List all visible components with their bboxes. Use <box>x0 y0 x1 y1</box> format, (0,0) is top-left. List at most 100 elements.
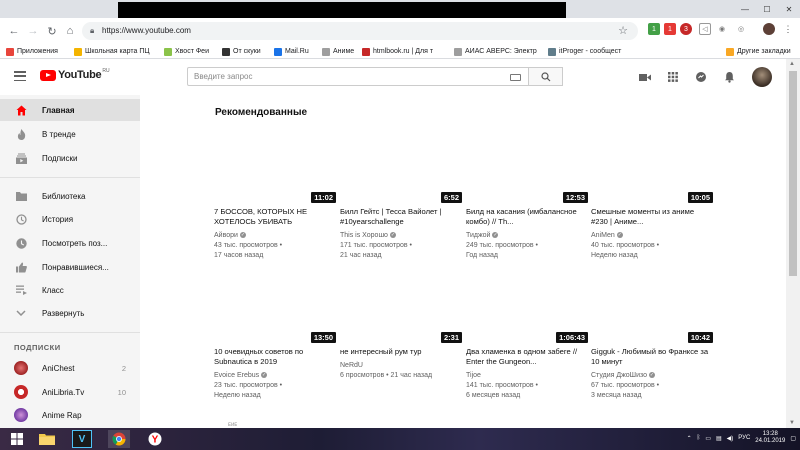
hamburger-menu-icon[interactable] <box>14 71 26 81</box>
page-scrollbar[interactable]: ▲ ▼ <box>786 59 800 428</box>
extension-icon[interactable]: 1 <box>664 23 676 35</box>
video-title[interactable]: не интересный рум тур <box>340 347 462 357</box>
video-title[interactable]: Смешные моменты из аниме #230 | Аниме... <box>591 207 713 227</box>
video-thumbnail[interactable]: 2:31 <box>340 273 462 343</box>
video-stats: 23 тыс. просмотров • <box>214 382 283 389</box>
video-channel[interactable]: Айвори ✓ <box>214 231 336 240</box>
verified-icon: ✓ <box>649 372 656 379</box>
trending-icon <box>15 128 27 140</box>
scroll-down-icon[interactable]: ▼ <box>789 420 795 426</box>
video-thumbnail[interactable]: 10:05 <box>591 133 713 203</box>
video-title[interactable]: 7 БОССОВ, КОТОРЫХ НЕ ХОТЕЛОСЬ УБИВАТЬ <box>214 207 336 227</box>
messages-icon[interactable] <box>694 70 708 84</box>
close-icon[interactable]: ✕ <box>778 0 800 18</box>
youtube-logo[interactable]: YouTube RU <box>40 68 110 81</box>
maximize-icon[interactable]: ☐ <box>756 0 778 18</box>
extension-icon[interactable]: 1 <box>648 23 660 35</box>
chrome-taskbar-icon[interactable] <box>108 430 130 448</box>
file-explorer-icon[interactable] <box>36 430 58 448</box>
video-title[interactable]: Билл Гейтс | Тесса Вайолет | #10yearscha… <box>340 207 462 227</box>
home-browser-icon[interactable]: ⌂ <box>62 23 78 39</box>
extension-icon[interactable]: ◎ <box>735 23 747 35</box>
bookmark-item[interactable]: Школьная карта ПЦ <box>74 46 150 57</box>
sidebar-item-home[interactable]: Главная <box>0 99 140 121</box>
bookmark-icon <box>222 47 230 56</box>
search-input[interactable]: Введите запрос <box>187 67 529 86</box>
network-icon[interactable]: ▤ <box>716 435 722 442</box>
address-bar[interactable]: 🔒︎ https://www.youtube.com ☆ <box>82 22 638 40</box>
video-channel[interactable]: Tijoe <box>466 371 588 380</box>
minimize-icon[interactable]: — <box>734 0 756 18</box>
battery-icon[interactable]: ▭ <box>705 435 711 442</box>
volume-icon[interactable]: ◀) <box>727 435 734 442</box>
notifications-icon[interactable] <box>722 70 736 84</box>
video-thumbnail[interactable]: 6:52 <box>340 133 462 203</box>
language-indicator[interactable]: РУС <box>738 435 750 441</box>
app-v-icon[interactable]: V <box>72 430 92 448</box>
video-channel[interactable]: AniMen ✓ <box>591 231 713 240</box>
sidebar-item-label: Подписки <box>42 153 78 163</box>
sidebar-item-library[interactable]: Библиотека <box>0 185 140 207</box>
video-duration: 10:42 <box>687 332 713 343</box>
sidebar-item-expand[interactable]: Развернуть <box>0 302 140 324</box>
other-bookmarks[interactable]: Другие закладки <box>726 46 791 57</box>
back-icon[interactable]: ← <box>6 23 22 39</box>
video-title[interactable]: Два хламенка в одном забеге // Enter the… <box>466 347 588 367</box>
subscription-item[interactable]: AniLibria.Tv 10 <box>0 381 140 403</box>
video-title[interactable]: Gigguk - Любимый во Франксе за 10 минут <box>591 347 713 367</box>
scrollbar-thumb[interactable] <box>789 71 797 276</box>
sidebar-item-subscriptions[interactable]: Подписки <box>0 147 140 169</box>
bookmark-item[interactable]: htmlbook.ru | Для т <box>362 46 433 57</box>
forward-icon[interactable]: → <box>25 23 41 39</box>
extension-icon[interactable]: ◉ <box>716 23 728 35</box>
taskbar-clock[interactable]: 13:28 24.01.2019 <box>755 431 785 445</box>
video-title[interactable]: 10 очевидных советов по Subnautica в 201… <box>214 347 336 367</box>
extension-icon[interactable]: 3 <box>680 23 692 35</box>
video-thumbnail[interactable]: 12:53 <box>466 133 588 203</box>
notifications-center-icon[interactable]: ▢ <box>790 435 796 442</box>
sidebar-item-liked[interactable]: Понравившиеся... <box>0 256 140 278</box>
video-channel[interactable]: This is Хорошо ✓ <box>340 231 462 240</box>
sidebar-item-history[interactable]: История <box>0 208 140 230</box>
bookmark-star-icon[interactable]: ☆ <box>618 24 628 37</box>
scroll-up-icon[interactable]: ▲ <box>789 61 795 67</box>
sidebar-item-trending[interactable]: В тренде <box>0 123 140 145</box>
bookmark-item[interactable]: Хвост Феи <box>164 46 209 57</box>
video-channel[interactable]: NeRdU <box>340 361 462 370</box>
bookmark-item[interactable]: Mail.Ru <box>274 46 309 57</box>
verified-icon: ✓ <box>261 372 268 379</box>
bookmark-item[interactable]: АИАС АВЕРС: Электр <box>454 46 537 57</box>
create-video-icon[interactable] <box>638 70 652 84</box>
video-channel[interactable]: Evoice Erebus ✓ <box>214 371 336 380</box>
bookmark-item[interactable]: Приложения <box>6 46 58 57</box>
video-thumbnail[interactable]: 10:42 <box>591 273 713 343</box>
subscription-item[interactable]: Anime Rap <box>0 404 140 426</box>
video-thumbnail[interactable]: 13:50 <box>214 273 336 343</box>
tray-chevron-icon[interactable]: ⌃ <box>687 435 692 442</box>
search-button[interactable] <box>528 67 563 86</box>
bookmark-item[interactable]: Аниме <box>322 46 354 57</box>
bookmark-item[interactable]: От скуки <box>222 46 261 57</box>
bookmark-item[interactable]: itProger - сообщест <box>548 46 621 57</box>
extension-icon[interactable]: ◁ <box>699 23 711 35</box>
video-channel[interactable]: Тиджой ✓ <box>466 231 588 240</box>
profile-avatar[interactable] <box>763 23 775 35</box>
video-thumbnail[interactable]: 1:06:43 <box>466 273 588 343</box>
reload-icon[interactable]: ↻ <box>44 23 60 39</box>
video-channel[interactable]: Студия ДжоШизо ✓ <box>591 371 713 380</box>
bluetooth-icon[interactable]: ᛒ <box>697 435 701 441</box>
bookmark-icon <box>362 47 370 56</box>
video-stats: 67 тыс. просмотров • <box>591 382 660 389</box>
sidebar-item-watch-later[interactable]: Посмотреть поз... <box>0 232 140 254</box>
apps-grid-icon[interactable] <box>666 70 680 84</box>
yandex-browser-icon[interactable]: Y <box>144 430 166 448</box>
video-thumbnail[interactable]: 11:02 <box>214 133 336 203</box>
keyboard-icon[interactable] <box>510 74 521 81</box>
subscription-item[interactable]: AniChest 2 <box>0 357 140 379</box>
sidebar-item-playlist[interactable]: Класс <box>0 279 140 301</box>
windows-start-icon[interactable] <box>6 430 28 448</box>
account-avatar[interactable] <box>752 67 772 87</box>
video-title[interactable]: Билд на касания (имбалансное комбо) // T… <box>466 207 588 227</box>
browser-menu-icon[interactable]: ⋮ <box>782 23 794 35</box>
subscription-name: AniChest <box>42 363 75 373</box>
